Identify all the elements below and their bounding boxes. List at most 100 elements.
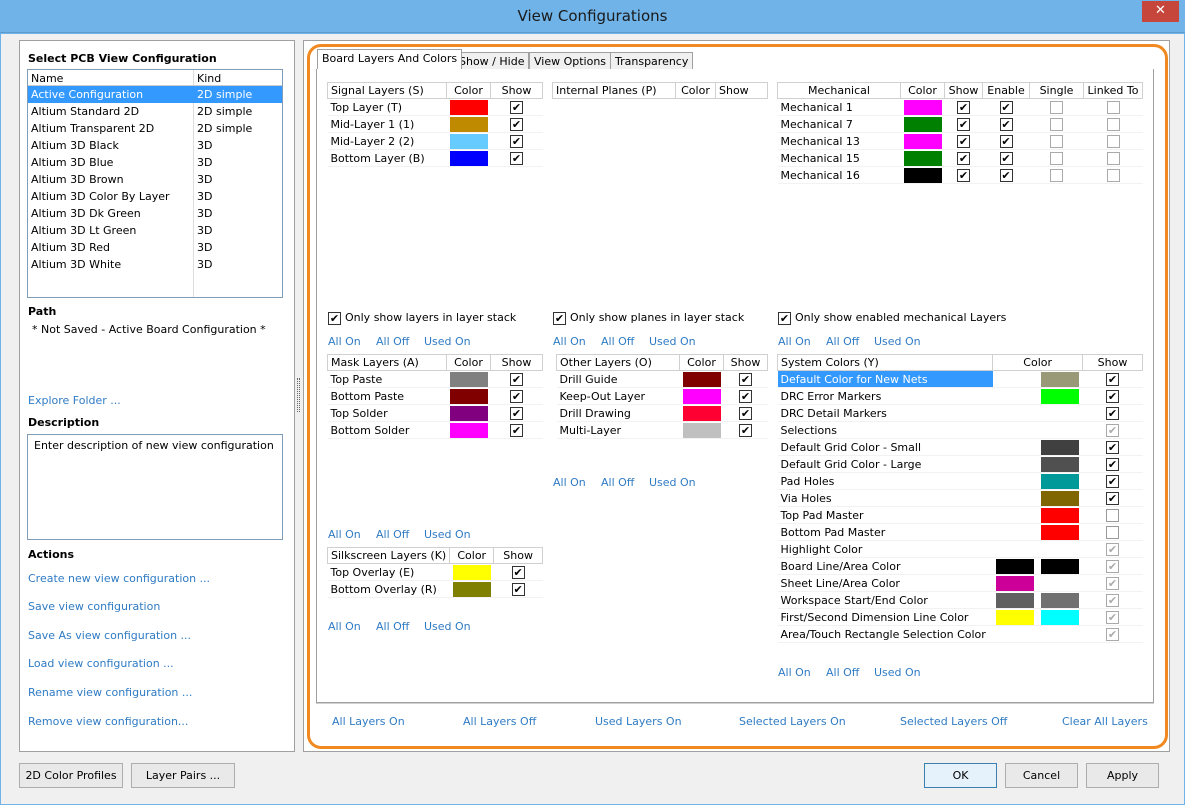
bottom-layers-link[interactable]: All Layers On [332, 715, 405, 728]
action-link[interactable]: Load view configuration ... [28, 657, 174, 670]
config-row[interactable]: Altium 3D Brown 3D [28, 171, 282, 188]
checkbox[interactable]: ✔ [511, 582, 525, 596]
layer-row[interactable]: Drill Drawing ✔ [556, 404, 768, 422]
used-on-link[interactable]: Used On [874, 335, 921, 348]
checkbox[interactable]: ✔ [1106, 457, 1119, 471]
checkbox[interactable]: ✔ [957, 134, 970, 148]
checkbox[interactable]: ✔ [510, 423, 523, 437]
bottom-layers-link[interactable]: Clear All Layers [1062, 715, 1148, 728]
all-off-link[interactable]: All Off [376, 620, 409, 633]
color-swatch[interactable] [996, 575, 1035, 591]
checkbox[interactable]: ✔ [739, 423, 752, 437]
layer-row[interactable]: Bottom Overlay (R) ✔ [327, 580, 543, 598]
checkbox[interactable] [1050, 168, 1063, 182]
system-row[interactable]: Default Grid Color - Large ✔ [777, 455, 1143, 473]
signal-header[interactable]: Signal Layers (S) [327, 82, 447, 99]
color-swatch[interactable] [996, 491, 1034, 506]
all-on-link[interactable]: All On [328, 335, 361, 348]
color-swatch[interactable] [1041, 507, 1080, 523]
system-row[interactable]: Workspace Start/End Color ✔ [777, 591, 1143, 609]
mech-row[interactable]: Mechanical 15 ✔ ✔ [777, 149, 1143, 167]
checkbox[interactable]: ✔ [510, 372, 523, 386]
checkbox[interactable]: ✔ [510, 134, 523, 148]
checkbox[interactable]: ✔ [510, 151, 523, 165]
layer-row[interactable]: Top Solder ✔ [327, 404, 543, 422]
checkbox[interactable] [1106, 525, 1119, 539]
color-swatch[interactable] [1041, 592, 1080, 608]
system-row[interactable]: Area/Touch Rectangle Selection Color ✔ [777, 625, 1143, 643]
color-swatch[interactable] [449, 371, 488, 387]
layer-row[interactable]: Keep-Out Layer ✔ [556, 387, 768, 405]
color-swatch[interactable] [996, 558, 1035, 574]
checkbox[interactable]: ✔ [999, 100, 1013, 114]
color-swatch[interactable] [1041, 456, 1080, 472]
all-on-link[interactable]: All On [778, 666, 811, 679]
checkbox[interactable]: ✔ [1106, 491, 1119, 505]
checkbox[interactable]: ✔ [957, 100, 970, 114]
color-swatch[interactable] [449, 150, 488, 166]
layer-row[interactable]: Bottom Layer (B) ✔ [327, 149, 543, 167]
config-row[interactable]: Altium 3D Color By Layer 3D [28, 188, 282, 205]
checkbox[interactable]: ✔ [999, 134, 1013, 148]
layer-row[interactable]: Top Paste ✔ [327, 370, 543, 388]
checkbox[interactable]: ✔ [1106, 474, 1119, 488]
checkbox[interactable] [1050, 117, 1063, 131]
mech-row[interactable]: Mechanical 16 ✔ ✔ [777, 166, 1143, 184]
color-swatch[interactable] [449, 99, 488, 115]
color-swatch[interactable] [903, 99, 942, 115]
checkbox[interactable]: ✔ [739, 406, 752, 420]
action-link[interactable]: Save As view configuration ... [28, 629, 191, 642]
mech-row[interactable]: Mechanical 13 ✔ ✔ [777, 132, 1143, 150]
color-swatch[interactable] [1041, 627, 1079, 642]
config-row[interactable]: Altium 3D Dk Green 3D [28, 205, 282, 222]
all-off-link[interactable]: All Off [601, 476, 634, 489]
checkbox[interactable]: ✔ [510, 100, 523, 114]
all-off-link[interactable]: All Off [826, 335, 859, 348]
checkbox[interactable]: ✔ [739, 372, 752, 386]
action-link[interactable]: Save view configuration [28, 600, 160, 613]
system-row[interactable]: Via Holes ✔ [777, 489, 1143, 507]
action-link[interactable]: Create new view configuration ... [28, 572, 210, 585]
cancel-button[interactable]: Cancel [1005, 763, 1078, 788]
planes-header[interactable]: Internal Planes (P) [552, 82, 676, 99]
color-swatch[interactable] [1041, 473, 1080, 489]
checkbox[interactable]: ✔ [957, 151, 970, 165]
system-row[interactable]: Default Grid Color - Small ✔ [777, 438, 1143, 456]
config-row[interactable]: Altium Standard 2D 2D simple [28, 103, 282, 120]
color-swatch[interactable] [903, 150, 942, 166]
bottom-layers-link[interactable]: All Layers Off [463, 715, 536, 728]
layer-row[interactable]: Multi-Layer ✔ [556, 421, 768, 439]
action-link[interactable]: Rename view configuration ... [28, 686, 192, 699]
checkbox[interactable]: ✔ [999, 117, 1013, 131]
color-swatch[interactable] [996, 627, 1034, 642]
checkbox[interactable]: ✔ [739, 389, 752, 403]
system-row[interactable]: Pad Holes ✔ [777, 472, 1143, 490]
color-swatch[interactable] [1041, 439, 1080, 455]
checkbox[interactable]: ✔ [1106, 440, 1119, 454]
config-row[interactable]: Altium 3D Black 3D [28, 137, 282, 154]
layer-row[interactable]: Mid-Layer 2 (2) ✔ [327, 132, 543, 150]
color-swatch[interactable] [452, 581, 491, 597]
ok-button[interactable]: OK [924, 763, 997, 788]
checkbox[interactable] [1106, 117, 1120, 131]
checkbox[interactable]: ✔ [1106, 593, 1119, 607]
color-swatch[interactable] [996, 525, 1034, 540]
color-swatch[interactable] [903, 167, 942, 183]
layer-row[interactable]: Bottom Paste ✔ [327, 387, 543, 405]
checkbox[interactable]: ✔ [510, 406, 523, 420]
only-show-mech-option[interactable]: ✔ Only show enabled mechanical Layers [778, 311, 1006, 325]
all-on-link[interactable]: All On [328, 528, 361, 541]
layer-row[interactable]: Top Overlay (E) ✔ [327, 563, 543, 581]
color-swatch[interactable] [996, 406, 1034, 421]
bottom-layers-link[interactable]: Used Layers On [595, 715, 682, 728]
checkbox[interactable]: ✔ [1106, 423, 1119, 437]
color-swatch[interactable] [449, 422, 488, 438]
other-header[interactable]: Other Layers (O) [556, 354, 680, 371]
checkbox[interactable] [1106, 508, 1119, 522]
checkbox[interactable] [1106, 100, 1120, 114]
color-swatch[interactable] [1041, 388, 1080, 404]
color-profiles-button[interactable]: 2D Color Profiles [19, 763, 123, 788]
color-swatch[interactable] [682, 371, 721, 387]
checkbox[interactable]: ✔ [957, 117, 970, 131]
checkbox[interactable]: ✔ [511, 565, 525, 579]
